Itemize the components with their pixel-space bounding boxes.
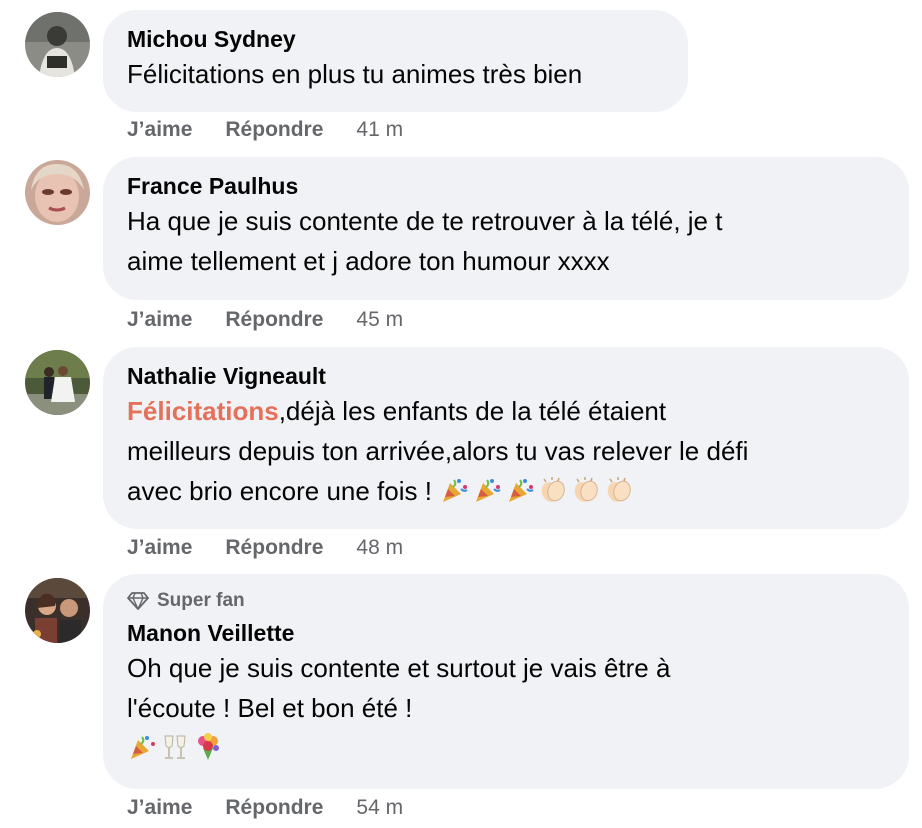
comment-bubble: Nathalie Vigneault Félicitations,déjà le…: [103, 347, 909, 529]
comment-bubble: Super fan Manon Veillette Oh que je suis…: [103, 574, 909, 789]
reply-button[interactable]: Répondre: [225, 118, 323, 142]
reply-button[interactable]: Répondre: [225, 536, 323, 560]
comment-actions: J’aime Répondre 54 m: [127, 796, 403, 820]
emoji-line: [127, 728, 885, 768]
comment-author[interactable]: Nathalie Vigneault: [127, 361, 885, 391]
comment-author[interactable]: Manon Veillette: [127, 618, 885, 648]
avatar[interactable]: [25, 350, 90, 415]
party-popper-icon: [127, 732, 157, 762]
comment-author[interactable]: Michou Sydney: [127, 24, 664, 54]
timestamp[interactable]: 41 m: [356, 118, 403, 142]
comment-text-line: aime tellement et j adore ton humour xxx…: [127, 246, 610, 276]
avatar[interactable]: [25, 12, 90, 77]
avatar[interactable]: [25, 578, 90, 643]
comment-text-line: avec brio encore une fois !: [127, 471, 885, 511]
mention-tag[interactable]: Félicitations: [127, 396, 279, 426]
party-popper-icon: [439, 475, 469, 505]
party-popper-icon: [505, 475, 535, 505]
clapping-hands-icon: [538, 475, 568, 505]
timestamp[interactable]: 54 m: [356, 796, 403, 820]
comment-author[interactable]: France Paulhus: [127, 171, 885, 201]
champagne-glasses-icon: [160, 732, 190, 762]
bouquet-icon: [193, 732, 223, 762]
party-popper-icon: [472, 475, 502, 505]
badge-label: Super fan: [157, 590, 245, 611]
comment-text-segment: ,déjà les enfants de la télé étaient: [278, 396, 667, 426]
super-fan-badge[interactable]: Super fan: [127, 588, 885, 614]
timestamp[interactable]: 48 m: [356, 536, 403, 560]
comment-text-line: Ha que je suis contente de te retrouver …: [127, 206, 723, 236]
clapping-hands-icon: [604, 475, 634, 505]
comment-actions: J’aime Répondre 45 m: [127, 308, 403, 332]
avatar[interactable]: [25, 160, 90, 225]
comment-text-line: Félicitations,déjà les enfants de la tél…: [127, 391, 885, 431]
reply-button[interactable]: Répondre: [225, 308, 323, 332]
comment-text-line: Oh que je suis contente et surtout je va…: [127, 653, 671, 683]
comment-actions: J’aime Répondre 48 m: [127, 536, 403, 560]
comment-text: Félicitations en plus tu animes très bie…: [127, 59, 583, 89]
clapping-hands-icon: [571, 475, 601, 505]
timestamp[interactable]: 45 m: [356, 308, 403, 332]
comment-text-segment: avec brio encore une fois !: [127, 476, 432, 506]
comment-actions: J’aime Répondre 41 m: [127, 118, 403, 142]
comment-bubble: Michou Sydney Félicitations en plus tu a…: [103, 10, 688, 112]
diamond-icon: [127, 592, 149, 610]
reply-button[interactable]: Répondre: [225, 796, 323, 820]
like-button[interactable]: J’aime: [127, 536, 192, 560]
like-button[interactable]: J’aime: [127, 118, 192, 142]
comment-bubble: France Paulhus Ha que je suis contente d…: [103, 157, 909, 300]
comment-text-line: meilleurs depuis ton arrivée,alors tu va…: [127, 436, 749, 466]
comment-text-line: l'écoute ! Bel et bon été !: [127, 693, 413, 723]
like-button[interactable]: J’aime: [127, 308, 192, 332]
like-button[interactable]: J’aime: [127, 796, 192, 820]
